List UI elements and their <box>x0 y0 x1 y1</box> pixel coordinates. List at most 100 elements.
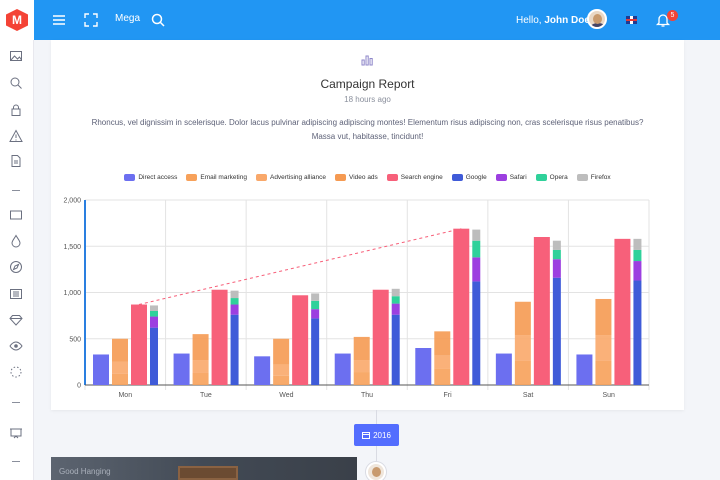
sidebar <box>0 40 34 480</box>
window-icon[interactable] <box>9 208 23 222</box>
legend-label: Opera <box>549 174 568 181</box>
bar-segment <box>311 293 320 301</box>
search-icon[interactable] <box>150 12 166 28</box>
bar-segment <box>150 327 158 385</box>
bar-segment <box>614 238 631 385</box>
search-icon[interactable] <box>9 76 23 90</box>
legend-label: Advertising alliance <box>269 174 326 181</box>
bar-segment <box>353 336 370 361</box>
bar-segment <box>472 240 481 258</box>
card-description: Rhoncus, vel dignissim in scelerisque. D… <box>91 118 644 141</box>
bar-segment <box>311 318 320 385</box>
legend-item[interactable]: Search engine <box>386 174 443 181</box>
mega-menu-link[interactable]: Mega <box>115 13 140 24</box>
timeline-photo[interactable]: Good Hanging <box>51 457 357 480</box>
legend-swatch <box>186 174 198 181</box>
bar-segment <box>311 300 320 310</box>
y-tick-label: 2,000 <box>63 198 81 205</box>
user-greeting[interactable]: Hello, John Doe <box>516 15 590 26</box>
x-tick-label: Wed <box>279 392 293 399</box>
logo[interactable]: M <box>0 0 34 40</box>
y-tick-label: 1,500 <box>63 244 81 251</box>
legend-label: Video ads <box>349 174 378 181</box>
uk-flag-icon[interactable] <box>626 16 637 24</box>
bar-segment <box>633 238 642 250</box>
campaign-report-card: Campaign Report 18 hours ago Rhoncus, ve… <box>51 40 684 410</box>
bar-segment <box>514 360 531 385</box>
avatar[interactable] <box>587 9 607 29</box>
legend-swatch <box>386 174 398 181</box>
bar-segment <box>391 288 400 297</box>
bar-segment <box>112 361 128 374</box>
greeting-prefix: Hello, <box>516 15 542 26</box>
bar-segment <box>230 304 239 315</box>
bar-segment <box>112 373 128 385</box>
timeline-avatar[interactable] <box>366 462 386 480</box>
bar-segment <box>533 237 550 385</box>
bar-segment <box>230 298 239 305</box>
bar-segment <box>273 364 290 376</box>
sidebar-divider <box>12 402 20 403</box>
bar-segment <box>334 353 351 385</box>
lock-icon[interactable] <box>9 103 23 117</box>
y-tick-label: 1,000 <box>63 290 81 297</box>
x-tick-label: Fri <box>443 392 452 399</box>
eye-icon[interactable] <box>9 339 23 353</box>
card-title: Campaign Report <box>320 77 415 91</box>
bar-segment <box>391 303 400 315</box>
bar-chart-icon <box>361 55 373 66</box>
bar-segment <box>434 331 451 356</box>
compass-icon[interactable] <box>9 260 23 274</box>
bar-segment <box>595 298 612 336</box>
legend-item[interactable]: Direct access <box>124 174 177 181</box>
legend-item[interactable]: Safari <box>495 174 527 181</box>
bar-segment <box>472 229 481 241</box>
bar-segment <box>514 301 531 336</box>
image-icon[interactable] <box>9 49 23 63</box>
legend-item[interactable]: Advertising alliance <box>255 174 326 181</box>
bar-segment <box>391 314 400 385</box>
bar-segment <box>552 259 561 278</box>
document-icon[interactable] <box>9 154 23 168</box>
list-icon[interactable] <box>9 287 23 301</box>
legend-item[interactable]: Firefox <box>576 174 611 181</box>
logo-mark: M <box>6 9 28 31</box>
bar-segment <box>230 314 239 385</box>
bar-segment <box>514 335 531 361</box>
x-tick-label: Sun <box>602 392 615 399</box>
drop-icon[interactable] <box>9 234 23 248</box>
legend-item[interactable]: Video ads <box>335 174 378 181</box>
bar-segment <box>415 348 432 385</box>
notification-badge: 5 <box>667 10 678 21</box>
bar-segment <box>254 356 271 385</box>
legend-label: Google <box>465 174 487 181</box>
user-name: John Doe <box>544 15 590 26</box>
diamond-icon[interactable] <box>9 313 23 327</box>
bar-segment <box>595 335 612 361</box>
chart-legend: Direct access Email marketing Advertising … <box>51 174 684 181</box>
legend-swatch <box>335 174 346 181</box>
legend-label: Firefox <box>590 174 611 181</box>
bar-segment <box>150 305 158 311</box>
y-tick-label: 500 <box>69 336 81 343</box>
year-button[interactable]: 2016 <box>354 424 399 446</box>
presentation-icon[interactable] <box>9 426 23 440</box>
menu-icon[interactable] <box>51 12 67 28</box>
legend-swatch <box>535 174 547 181</box>
bar-segment <box>173 353 190 385</box>
bar-segment <box>93 354 109 385</box>
legend-swatch <box>124 174 136 181</box>
sidebar-divider <box>12 190 20 191</box>
bar-segment <box>552 249 561 260</box>
bar-segment <box>292 295 309 385</box>
legend-item[interactable]: Google <box>451 174 487 181</box>
calendar-icon <box>362 432 371 439</box>
warning-icon[interactable] <box>9 129 23 143</box>
fullscreen-icon[interactable] <box>83 12 99 28</box>
bar-segment <box>472 257 481 282</box>
y-tick-label: 0 <box>77 383 81 390</box>
legend-item[interactable]: Opera <box>535 174 568 181</box>
spinner-icon[interactable] <box>9 365 23 379</box>
legend-item[interactable]: Email marketing <box>186 174 247 181</box>
card-timestamp: 18 hours ago <box>344 95 391 104</box>
